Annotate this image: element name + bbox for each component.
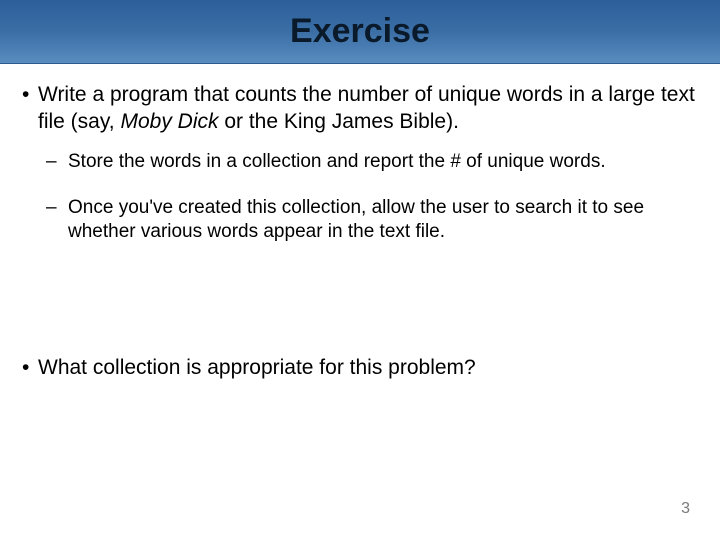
bullet-text: Write a program that counts the number o… [38,82,700,136]
bullet-dot-icon: • [20,82,38,136]
bullet-text: What collection is appropriate for this … [38,355,476,382]
bullet-level-2: – Store the words in a collection and re… [46,150,700,174]
bullet-dot-icon: • [20,355,38,382]
slide-title: Exercise [290,12,430,51]
bullet-level-1: • What collection is appropriate for thi… [20,355,700,382]
spacer [20,267,700,355]
text-italic: Moby Dick [120,110,218,133]
bullet-text: Once you've created this collection, all… [68,196,700,245]
content-area: • Write a program that counts the number… [0,64,720,382]
bullet-text: Store the words in a collection and repo… [68,150,606,174]
slide: Exercise • Write a program that counts t… [0,0,720,540]
page-number: 3 [681,500,690,518]
bullet-level-1: • Write a program that counts the number… [20,82,700,136]
bullet-dash-icon: – [46,196,68,245]
text-segment: or the King James Bible). [219,110,459,133]
bullet-level-2: – Once you've created this collection, a… [46,196,700,245]
bullet-dash-icon: – [46,150,68,174]
title-bar: Exercise [0,0,720,64]
